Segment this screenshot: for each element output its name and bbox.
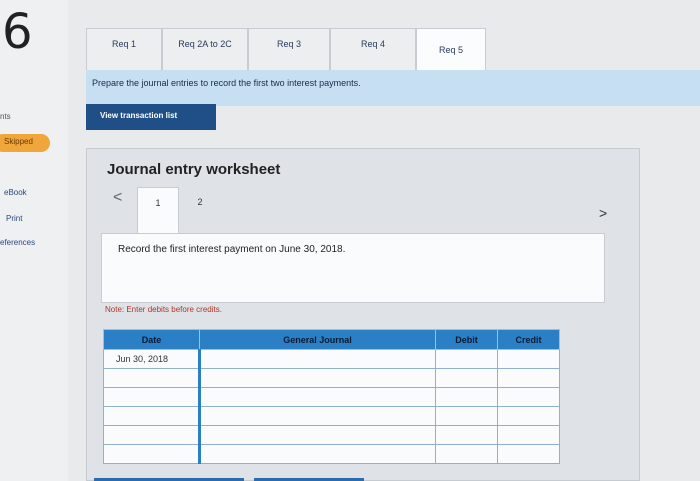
tab-req-1[interactable]: Req 1 <box>86 28 162 70</box>
page-tab-2[interactable]: 2 <box>179 187 221 233</box>
question-number: 6 <box>2 4 33 60</box>
credit-cell[interactable] <box>497 444 560 464</box>
note-text: Note: Enter debits before credits. <box>105 305 222 314</box>
debit-cell[interactable] <box>435 349 498 369</box>
table-row <box>103 425 560 445</box>
prev-arrow-icon[interactable]: < <box>113 189 122 207</box>
tab-req-2a-2c[interactable]: Req 2A to 2C <box>162 28 248 70</box>
credit-cell[interactable] <box>497 368 560 388</box>
column-header-debit: Debit <box>435 329 498 350</box>
instruction-text: Prepare the journal entries to record th… <box>86 70 700 106</box>
ebook-link[interactable]: eBook <box>4 188 27 197</box>
requirement-tabs: Req 1 Req 2A to 2C Req 3 Req 4 Req 5 <box>86 28 700 72</box>
account-cell[interactable] <box>198 349 436 369</box>
table-row <box>103 387 560 407</box>
credit-cell[interactable] <box>497 387 560 407</box>
entry-text: Record the first interest payment on Jun… <box>118 244 346 255</box>
tab-req-5[interactable]: Req 5 <box>416 28 486 72</box>
left-rail: 6 nts Skipped eBook Print eferences <box>0 0 68 481</box>
table-row <box>103 444 560 464</box>
date-cell[interactable] <box>103 368 200 388</box>
points-label: nts <box>0 112 11 121</box>
view-transaction-list-button[interactable]: View transaction list <box>86 104 216 130</box>
references-link[interactable]: eferences <box>0 238 35 247</box>
journal-worksheet-panel: Journal entry worksheet < > 1 2 Record t… <box>86 148 640 481</box>
date-cell[interactable]: Jun 30, 2018 <box>103 349 200 369</box>
table-row <box>103 368 560 388</box>
debit-cell[interactable] <box>435 387 498 407</box>
date-cell[interactable] <box>103 387 200 407</box>
debit-cell[interactable] <box>435 406 498 426</box>
debit-cell[interactable] <box>435 425 498 445</box>
next-arrow-icon[interactable]: > <box>599 205 607 221</box>
account-cell[interactable] <box>198 387 436 407</box>
page-tab-1[interactable]: 1 <box>137 187 179 233</box>
skipped-badge: Skipped <box>0 134 50 152</box>
date-cell[interactable] <box>103 444 200 464</box>
account-cell[interactable] <box>198 368 436 388</box>
date-cell[interactable] <box>103 406 200 426</box>
debit-cell[interactable] <box>435 444 498 464</box>
table-row <box>103 406 560 426</box>
date-cell[interactable] <box>103 425 200 445</box>
account-cell[interactable] <box>198 406 436 426</box>
column-header-date: Date <box>103 329 200 350</box>
tab-req-3[interactable]: Req 3 <box>248 28 330 70</box>
table-row: Jun 30, 2018 <box>103 349 560 369</box>
print-link[interactable]: Print <box>6 214 22 223</box>
account-cell[interactable] <box>198 425 436 445</box>
tab-req-4[interactable]: Req 4 <box>330 28 416 70</box>
credit-cell[interactable] <box>497 349 560 369</box>
account-cell[interactable] <box>198 444 436 464</box>
entry-description: Record the first interest payment on Jun… <box>101 233 605 303</box>
debit-cell[interactable] <box>435 368 498 388</box>
credit-cell[interactable] <box>497 425 560 445</box>
column-header-general-journal: General Journal <box>199 329 436 350</box>
credit-cell[interactable] <box>497 406 560 426</box>
journal-table: Date General Journal Debit Credit Jun 30… <box>103 329 560 464</box>
worksheet-title: Journal entry worksheet <box>107 161 281 178</box>
column-header-credit: Credit <box>497 329 560 350</box>
